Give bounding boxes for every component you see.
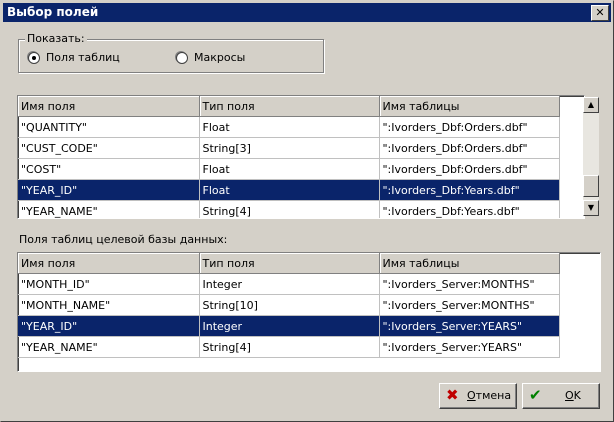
column-header-table-name[interactable]: Имя таблицы [379,96,560,117]
window-title: Выбор полей [7,5,99,19]
field-type-cell: String[4] [199,336,380,358]
field-name-cell: "COST" [18,158,200,180]
source-row[interactable]: "YEAR_NAME" String[4] ":Ivorders_Dbf:Yea… [18,200,560,218]
target-row[interactable]: "MONTH_NAME" String[10] ":Ivorders_Serve… [18,294,560,316]
radio-circle-icon [28,52,40,64]
title-bar[interactable]: Выбор полей ✕ [3,3,611,22]
table-name-cell: ":Ivorders_Dbf:Years.dbf" [379,179,560,201]
show-group-legend: Показать: [25,32,87,45]
radio-dot-icon [32,56,36,60]
radio-table-fields-label: Поля таблиц [46,51,120,64]
close-button[interactable]: ✕ [591,5,609,21]
scroll-up-button[interactable]: ▲ [583,97,599,113]
arrow-down-icon: ▼ [587,203,595,212]
column-header-field-type[interactable]: Тип поля [199,96,380,117]
field-type-cell: Float [199,158,380,180]
field-name-cell: "YEAR_ID" [18,179,200,201]
radio-circle-icon [176,52,188,64]
column-header-table-name[interactable]: Имя таблицы [379,253,560,274]
cancel-button-label: Отмена [467,389,512,402]
target-row-selected[interactable]: "YEAR_ID" Integer ":Ivorders_Server:YEAR… [18,315,560,337]
x-icon: ✖ [446,386,459,404]
target-fields-table: Имя поля Тип поля Имя таблицы "MONTH_ID"… [18,253,560,358]
dialog-window: Выбор полей ✕ Показать: Поля таблиц Макр… [0,0,614,422]
source-row[interactable]: "QUANTITY" Float ":Ivorders_Dbf:Orders.d… [18,116,560,138]
scroll-thumb[interactable] [583,175,599,197]
field-type-cell: String[4] [199,200,380,218]
field-type-cell: String[10] [199,294,380,316]
field-name-cell: "MONTH_NAME" [18,294,200,316]
source-row[interactable]: "COST" Float ":Ivorders_Dbf:Orders.dbf" [18,158,560,180]
field-type-cell: String[3] [199,137,380,159]
ok-button[interactable]: ✔ OK [522,383,600,409]
field-type-cell: Integer [199,273,380,295]
field-name-cell: "YEAR_ID" [18,315,200,337]
source-row-selected[interactable]: "YEAR_ID" Float ":Ivorders_Dbf:Years.dbf… [18,179,560,201]
scroll-down-button[interactable]: ▼ [583,200,599,216]
target-fields-label: Поля таблиц целевой базы данных: [19,233,228,246]
source-fields-grid[interactable]: Имя поля Тип поля Имя таблицы "QUANTITY"… [17,95,585,219]
table-name-cell: ":Ivorders_Dbf:Orders.dbf" [379,137,560,159]
table-name-cell: ":Ivorders_Server:MONTHS" [379,273,560,295]
table-name-cell: ":Ivorders_Server:YEARS" [379,336,560,358]
check-icon: ✔ [529,386,542,404]
field-name-cell: "MONTH_ID" [18,273,200,295]
field-name-cell: "CUST_CODE" [18,137,200,159]
target-header-row: Имя поля Тип поля Имя таблицы [18,253,560,274]
table-name-cell: ":Ivorders_Dbf:Orders.dbf" [379,158,560,180]
table-name-cell: ":Ivorders_Dbf:Orders.dbf" [379,116,560,138]
radio-macros-label: Макросы [194,51,246,64]
target-row[interactable]: "YEAR_NAME" String[4] ":Ivorders_Server:… [18,336,560,358]
source-row[interactable]: "CUST_CODE" String[3] ":Ivorders_Dbf:Ord… [18,137,560,159]
arrow-up-icon: ▲ [587,100,595,109]
table-name-cell: ":Ivorders_Server:MONTHS" [379,294,560,316]
ok-button-label: OK [565,389,581,402]
column-header-field-name[interactable]: Имя поля [18,253,200,274]
close-icon: ✕ [595,6,605,19]
source-header-row: Имя поля Тип поля Имя таблицы [18,96,560,117]
source-vertical-scrollbar[interactable]: ▲ ▼ [583,97,599,216]
field-type-cell: Float [199,116,380,138]
radio-macros[interactable]: Макросы [176,51,286,65]
column-header-field-name[interactable]: Имя поля [18,96,200,117]
field-type-cell: Integer [199,315,380,337]
table-name-cell: ":Ivorders_Dbf:Years.dbf" [379,200,560,218]
target-row[interactable]: "MONTH_ID" Integer ":Ivorders_Server:MON… [18,273,560,295]
target-fields-grid[interactable]: Имя поля Тип поля Имя таблицы "MONTH_ID"… [17,252,601,372]
field-name-cell: "YEAR_NAME" [18,200,200,218]
field-name-cell: "QUANTITY" [18,116,200,138]
cancel-button[interactable]: ✖ Отмена [439,383,517,409]
radio-table-fields[interactable]: Поля таблиц [28,51,148,65]
field-name-cell: "YEAR_NAME" [18,336,200,358]
column-header-field-type[interactable]: Тип поля [199,253,380,274]
table-name-cell: ":Ivorders_Server:YEARS" [379,315,560,337]
source-fields-table: Имя поля Тип поля Имя таблицы "QUANTITY"… [18,96,560,218]
field-type-cell: Float [199,179,380,201]
